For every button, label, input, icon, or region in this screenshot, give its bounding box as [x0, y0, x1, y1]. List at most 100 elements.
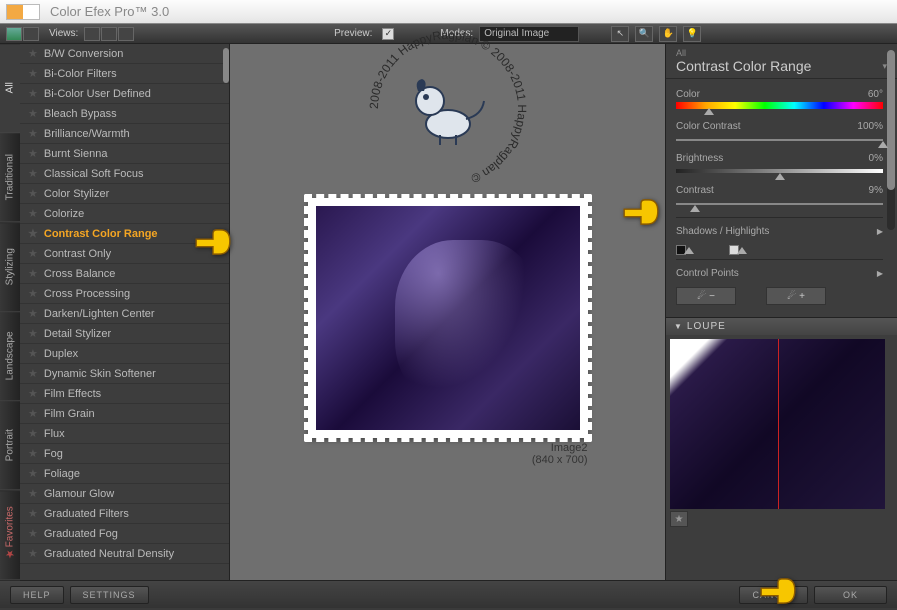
- filter-item[interactable]: ★Fog: [20, 444, 229, 464]
- filter-item[interactable]: ★Film Effects: [20, 384, 229, 404]
- tab-landscape[interactable]: Landscape: [0, 312, 20, 401]
- filter-item[interactable]: ★Cross Processing: [20, 284, 229, 304]
- favorite-star-icon[interactable]: ★: [28, 407, 38, 420]
- favorite-star-icon[interactable]: ★: [28, 507, 38, 520]
- favorite-star-icon[interactable]: ★: [28, 267, 38, 280]
- tab-all[interactable]: All: [0, 44, 20, 133]
- filter-item[interactable]: ★ Bi-Color Filters: [20, 64, 229, 84]
- filter-item[interactable]: ★Film Grain: [20, 404, 229, 424]
- filter-label: Foliage: [44, 468, 80, 480]
- loupe-section: ▼LOUPE ★: [666, 317, 897, 529]
- control-point-add-button[interactable]: ☄+: [766, 287, 826, 305]
- contrast-handle[interactable]: [690, 205, 700, 212]
- filter-item[interactable]: ★Darken/Lighten Center: [20, 304, 229, 324]
- views-label: Views:: [49, 28, 78, 39]
- color-contrast-handle[interactable]: [878, 141, 888, 148]
- tab-traditional[interactable]: Traditional: [0, 133, 20, 222]
- favorite-star-icon[interactable]: ★: [28, 227, 38, 240]
- filter-item[interactable]: ★Graduated Filters: [20, 504, 229, 524]
- favorite-star-icon[interactable]: ★: [28, 207, 38, 220]
- panel-scrollbar[interactable]: [887, 50, 895, 190]
- filter-item[interactable]: ★Contrast Color Range: [20, 224, 229, 244]
- favorite-star-icon[interactable]: ★: [28, 187, 38, 200]
- loupe-header[interactable]: ▼LOUPE: [666, 318, 897, 335]
- layout-single-button[interactable]: [6, 27, 22, 41]
- filter-label: Bi-Color Filters: [44, 68, 117, 80]
- filter-item[interactable]: ★Contrast Only: [20, 244, 229, 264]
- view-split-button[interactable]: [118, 27, 134, 41]
- chevron-down-icon: ▼: [674, 322, 683, 331]
- filter-item[interactable]: ★Color Stylizer: [20, 184, 229, 204]
- tab-favorites[interactable]: ★Favorites: [0, 491, 20, 580]
- color-slider[interactable]: Color60°: [676, 89, 883, 109]
- tab-stylizing[interactable]: Stylizing: [0, 223, 20, 312]
- view-single-button[interactable]: [84, 27, 100, 41]
- favorite-star-icon[interactable]: ★: [28, 287, 38, 300]
- favorite-star-icon[interactable]: ★: [28, 467, 38, 480]
- layout-split-button[interactable]: [23, 27, 39, 41]
- tab-portrait[interactable]: Portrait: [0, 401, 20, 490]
- footer: HELP SETTINGS CANCEL OK: [0, 580, 897, 608]
- filter-item[interactable]: ★Graduated Fog: [20, 524, 229, 544]
- favorite-star-icon[interactable]: ★: [28, 87, 38, 100]
- loupe-view[interactable]: [670, 339, 885, 509]
- filter-item[interactable]: ★Burnt Sienna: [20, 144, 229, 164]
- favorite-star-icon[interactable]: ★: [28, 307, 38, 320]
- settings-button[interactable]: SETTINGS: [70, 586, 149, 604]
- favorite-star-icon[interactable]: ★: [28, 547, 38, 560]
- ok-button[interactable]: OK: [814, 586, 887, 604]
- pointer-tool[interactable]: ↖: [611, 26, 629, 42]
- shadow-handle[interactable]: [684, 247, 694, 254]
- filter-item[interactable]: ★Bi-Color User Defined: [20, 84, 229, 104]
- brightness-handle[interactable]: [775, 173, 785, 180]
- filter-list[interactable]: ★B/W Conversion ★ Bi-Color Filters ★Bi-Colo…: [20, 44, 229, 580]
- svg-text:2008-2011 HappyRagplan © 2008-: 2008-2011 HappyRagplan © 2008-2011 Happy…: [366, 28, 528, 186]
- info-tool[interactable]: 💡: [683, 26, 701, 42]
- favorite-star-icon[interactable]: ★: [28, 387, 38, 400]
- filter-scrollbar[interactable]: [223, 48, 229, 83]
- favorite-star-icon[interactable]: ★: [28, 67, 38, 80]
- cancel-button[interactable]: CANCEL: [739, 586, 808, 604]
- control-point-remove-button[interactable]: ☄−: [676, 287, 736, 305]
- favorite-star-icon[interactable]: ★: [28, 167, 38, 180]
- preview-image: [308, 198, 588, 438]
- loupe-favorite-button[interactable]: ★: [670, 511, 688, 527]
- favorite-star-icon[interactable]: ★: [28, 487, 38, 500]
- filter-item[interactable]: ★Graduated Neutral Density: [20, 544, 229, 564]
- filter-item[interactable]: ★ Glamour Glow: [20, 484, 229, 504]
- help-button[interactable]: HELP: [10, 586, 64, 604]
- contrast-slider[interactable]: Contrast9%: [676, 185, 883, 205]
- zoom-tool[interactable]: 🔍: [635, 26, 653, 42]
- filter-label: Glamour Glow: [44, 488, 114, 500]
- favorite-star-icon[interactable]: ★: [28, 527, 38, 540]
- view-sidebyside-button[interactable]: [101, 27, 117, 41]
- favorite-star-icon[interactable]: ★: [28, 347, 38, 360]
- brightness-slider[interactable]: Brightness0%: [676, 153, 883, 173]
- favorite-star-icon[interactable]: ★: [28, 427, 38, 440]
- filter-item[interactable]: ★Colorize: [20, 204, 229, 224]
- filter-item[interactable]: ★Duplex: [20, 344, 229, 364]
- shadows-highlights-header[interactable]: Shadows / Highlights▶: [676, 222, 883, 241]
- filter-item[interactable]: ★Dynamic Skin Softener: [20, 364, 229, 384]
- favorite-star-icon[interactable]: ★: [28, 107, 38, 120]
- filter-item[interactable]: ★ Foliage: [20, 464, 229, 484]
- filter-item[interactable]: ★B/W Conversion: [20, 44, 229, 64]
- favorite-star-icon[interactable]: ★: [28, 327, 38, 340]
- filter-item[interactable]: ★Bleach Bypass: [20, 104, 229, 124]
- filter-item[interactable]: ★Brilliance/Warmth: [20, 124, 229, 144]
- filter-item[interactable]: ★Cross Balance: [20, 264, 229, 284]
- favorite-star-icon[interactable]: ★: [28, 447, 38, 460]
- favorite-star-icon[interactable]: ★: [28, 147, 38, 160]
- favorite-star-icon[interactable]: ★: [28, 367, 38, 380]
- hand-tool[interactable]: ✋: [659, 26, 677, 42]
- color-handle[interactable]: [704, 108, 714, 115]
- filter-item[interactable]: ★Detail Stylizer: [20, 324, 229, 344]
- filter-item[interactable]: ★Classical Soft Focus: [20, 164, 229, 184]
- color-contrast-slider[interactable]: Color Contrast100%: [676, 121, 883, 141]
- favorite-star-icon[interactable]: ★: [28, 47, 38, 60]
- favorite-star-icon[interactable]: ★: [28, 127, 38, 140]
- control-points-header[interactable]: Control Points▶: [676, 264, 883, 283]
- filter-item[interactable]: ★Flux: [20, 424, 229, 444]
- highlight-handle[interactable]: [737, 247, 747, 254]
- favorite-star-icon[interactable]: ★: [28, 247, 38, 260]
